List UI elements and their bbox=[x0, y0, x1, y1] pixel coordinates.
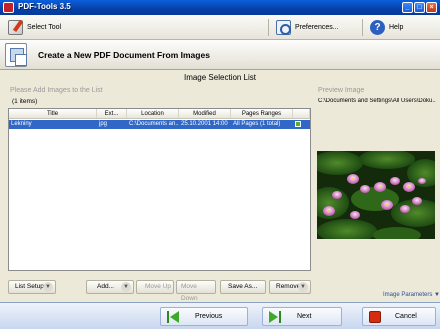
chevron-down-icon: ▼ bbox=[298, 282, 308, 292]
preferences-icon bbox=[276, 20, 291, 35]
select-tool-icon bbox=[8, 20, 23, 35]
cancel-icon bbox=[369, 310, 381, 323]
wizard-header: Create a New PDF Document From Images bbox=[0, 40, 440, 70]
section-title: Image Selection List bbox=[183, 73, 257, 82]
maximize-button[interactable]: □ bbox=[414, 2, 425, 13]
next-button[interactable]: Next bbox=[262, 307, 342, 326]
select-tool-button[interactable]: Select Tool bbox=[4, 18, 65, 37]
close-button[interactable]: × bbox=[426, 2, 437, 13]
row-location: C:\Documents an... bbox=[129, 121, 179, 127]
add-button[interactable]: Add... ▼ bbox=[86, 280, 134, 294]
row-ext: jpg bbox=[99, 121, 108, 127]
preferences-button[interactable]: Preferences... bbox=[272, 18, 343, 37]
list-instruction: Please Add Images to the List bbox=[10, 87, 103, 94]
minimize-button[interactable]: _ bbox=[402, 2, 413, 13]
toolbar: Select Tool Preferences... ? Help bbox=[0, 15, 440, 40]
image-parameters-link[interactable]: Image Parameters ▼ bbox=[383, 292, 440, 298]
page-title: Create a New PDF Document From Images bbox=[38, 50, 210, 60]
list-header: Title Ext... Location Modified Pages Ran… bbox=[9, 109, 310, 119]
column-header-extra[interactable] bbox=[293, 109, 310, 118]
help-button[interactable]: ? Help bbox=[366, 18, 407, 37]
image-list[interactable]: Title Ext... Location Modified Pages Ran… bbox=[8, 108, 311, 271]
move-down-button[interactable]: Move Down bbox=[176, 280, 216, 302]
app-icon bbox=[3, 2, 14, 13]
cancel-label: Cancel bbox=[395, 313, 417, 320]
window-title: PDF-Tools 3.5 bbox=[18, 2, 71, 11]
row-status-cell bbox=[293, 120, 310, 129]
table-row[interactable]: Lekniny jpg C:\Documents an... 25.10.200… bbox=[9, 120, 310, 129]
list-setup-button[interactable]: List Setup ▼ bbox=[8, 280, 56, 294]
items-count: (1 items) bbox=[12, 98, 38, 105]
remove-label: Remove bbox=[276, 283, 301, 290]
select-tool-label: Select Tool bbox=[27, 24, 62, 31]
cancel-button[interactable]: Cancel bbox=[362, 307, 436, 326]
previous-button[interactable]: Previous bbox=[160, 307, 248, 326]
preferences-label: Preferences... bbox=[295, 24, 339, 31]
column-header-location[interactable]: Location bbox=[127, 109, 179, 118]
help-icon: ? bbox=[370, 20, 385, 35]
toolbar-separator bbox=[268, 19, 269, 36]
column-header-ext[interactable]: Ext... bbox=[97, 109, 127, 118]
preview-label: Preview Image bbox=[318, 87, 365, 94]
image-parameters-label: Image Parameters bbox=[383, 292, 433, 298]
preview-image bbox=[317, 151, 435, 239]
row-pages: All Pages (1 total) bbox=[233, 121, 281, 127]
list-setup-label: List Setup bbox=[15, 283, 44, 290]
page-range-icon[interactable] bbox=[295, 121, 301, 127]
save-as-button[interactable]: Save As... bbox=[220, 280, 266, 294]
column-header-title[interactable]: Title bbox=[9, 109, 97, 118]
row-modified: 25.10.2001 14:00 bbox=[181, 121, 228, 127]
chevron-down-icon: ▼ bbox=[121, 282, 131, 292]
pdf-images-icon bbox=[5, 43, 27, 67]
previous-arrow-icon bbox=[167, 310, 179, 323]
column-header-modified[interactable]: Modified bbox=[179, 109, 231, 118]
chevron-down-icon: ▼ bbox=[434, 292, 440, 298]
next-label: Next bbox=[297, 313, 312, 320]
navigation-bar: Previous Next Cancel bbox=[0, 302, 440, 329]
chevron-down-icon: ▼ bbox=[43, 282, 53, 292]
move-up-button[interactable]: Move Up bbox=[136, 280, 174, 294]
row-title: Lekniny bbox=[11, 121, 32, 127]
title-bar: PDF-Tools 3.5 _ □ × bbox=[0, 0, 440, 15]
remove-button[interactable]: Remove ▼ bbox=[269, 280, 311, 294]
next-arrow-icon bbox=[269, 310, 281, 323]
add-label: Add... bbox=[97, 283, 114, 290]
column-header-pages[interactable]: Pages Ranges bbox=[231, 109, 293, 118]
help-label: Help bbox=[389, 24, 404, 31]
previous-label: Previous bbox=[195, 313, 223, 320]
water-lily-image bbox=[317, 151, 435, 239]
preview-path: C:\Documents and Settings\All Users\Doku… bbox=[318, 98, 436, 104]
toolbar-separator bbox=[362, 19, 363, 36]
